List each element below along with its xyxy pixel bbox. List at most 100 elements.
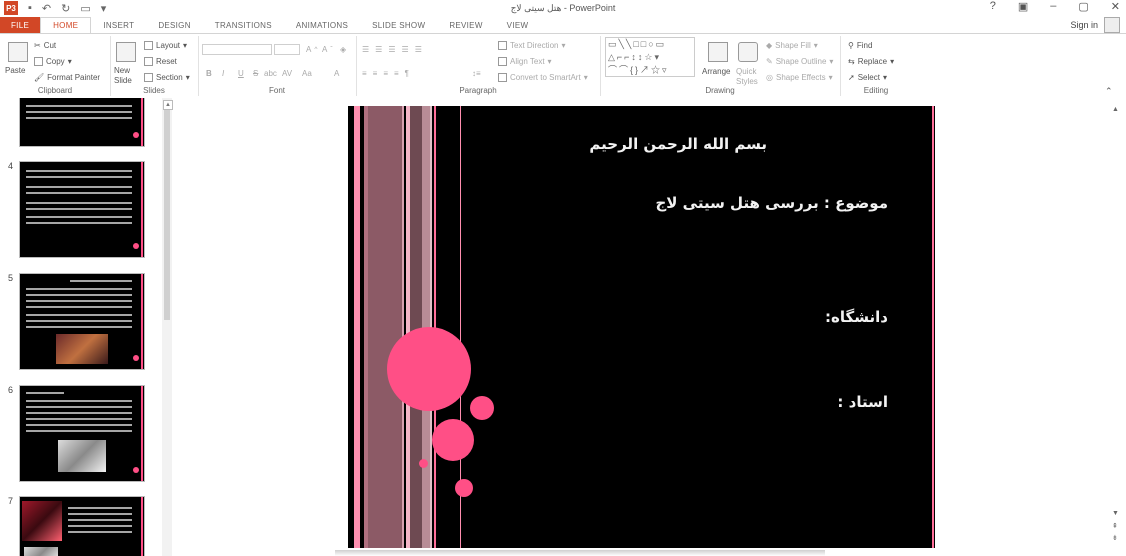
chevron-down-icon: ▾ — [547, 57, 552, 66]
copy-button[interactable]: Copy ▾ — [34, 57, 72, 66]
replace-label: Replace — [857, 57, 888, 66]
brush-icon: 🖌 — [34, 73, 45, 82]
reset-icon — [144, 57, 153, 66]
thumb-text-line — [26, 392, 64, 394]
help-button[interactable]: ? — [990, 0, 996, 13]
scrollbar-thumb[interactable] — [164, 110, 170, 320]
slide-thumbnail-4[interactable] — [19, 161, 145, 258]
restore-button[interactable]: ▢ — [1078, 0, 1088, 13]
thumb-text-line — [26, 208, 132, 210]
find-button[interactable]: ⚲ Find — [848, 41, 872, 50]
layout-button[interactable]: Layout ▾ — [144, 41, 187, 50]
strikethrough-button[interactable]: S — [253, 69, 258, 78]
font-size-input[interactable] — [274, 44, 300, 55]
tab-review[interactable]: REVIEW — [437, 17, 494, 33]
arrange-button[interactable]: Arrange — [702, 67, 730, 76]
binoculars-icon: ⚲ — [848, 41, 854, 50]
effects-icon: ◎ — [766, 73, 773, 82]
align-buttons-icon[interactable]: ≡≡≡≡¶ — [362, 69, 415, 78]
tab-file[interactable]: FILE — [0, 17, 41, 33]
font-name-input[interactable] — [202, 44, 272, 55]
tab-transitions[interactable]: TRANSITIONS — [203, 17, 284, 33]
format-painter-button[interactable]: 🖌 Format Painter — [34, 73, 100, 82]
editor-scrollbar[interactable]: ▲ ▼ ⇞ ⇟ — [1108, 98, 1126, 556]
new-slide-icon — [116, 42, 136, 62]
scroll-up-icon[interactable]: ▲ — [163, 100, 173, 110]
thumb-text-line — [26, 326, 132, 328]
slides-group-label: Slides — [143, 86, 165, 95]
find-label: Find — [856, 41, 873, 50]
shape-outline-button[interactable]: ✎ Shape Outline ▾ — [766, 57, 833, 66]
close-button[interactable]: ✕ — [1111, 0, 1120, 13]
slide-thumbnails-pane: 4 5 6 7 — [0, 98, 175, 556]
shape-effects-label: Shape Effects — [775, 73, 826, 82]
chevron-down-icon: ▾ — [67, 57, 72, 66]
section-button[interactable]: Section ▾ — [144, 73, 190, 82]
scroll-down-icon[interactable]: ▼ — [1112, 510, 1119, 517]
slide-thumbnail-3[interactable] — [19, 98, 145, 147]
slide-subject: موضوع : بررسی هتل سیتی لاج — [655, 194, 888, 212]
thumb-text-line — [26, 170, 132, 172]
select-button[interactable]: ➚ Select ▾ — [848, 73, 887, 82]
pink-circle-tiny — [419, 459, 428, 468]
shrink-font-button[interactable]: Aˇ — [322, 45, 333, 54]
underline-button[interactable]: U — [238, 69, 244, 78]
clear-formatting-icon[interactable]: ◈ — [340, 45, 346, 54]
sign-in-link[interactable]: Sign in — [1070, 20, 1098, 30]
paste-button[interactable]: Paste — [5, 66, 25, 75]
tab-animations[interactable]: ANIMATIONS — [284, 17, 360, 33]
document-title: هتل سیتی لاج - PowerPoint — [510, 3, 616, 13]
text-shadow-button[interactable]: abc — [264, 69, 277, 78]
replace-button[interactable]: ⇆ Replace ▾ — [848, 57, 894, 66]
thumb-text-line — [68, 525, 132, 527]
current-slide[interactable]: بسم الله الرحمن الرحیم موضوع : بررسی هتل… — [348, 106, 935, 548]
thumb-text-line — [26, 400, 132, 402]
quick-styles-button[interactable]: Quick Styles — [736, 67, 760, 87]
shapes-gallery[interactable]: ▭╲╲□□○▭ △⌐⌐↕↕☆▾ ⌒⌒{}↗☆▿ — [605, 37, 695, 77]
slides-group: New Slide Layout ▾ Reset Section ▾ Slides — [110, 36, 199, 96]
text-direction-button[interactable]: Text Direction ▾ — [498, 41, 565, 50]
thumb-text-line — [26, 424, 132, 426]
convert-smartart-label: Convert to SmartArt — [510, 73, 581, 82]
italic-button[interactable]: I — [222, 69, 224, 78]
align-text-button[interactable]: Align Text ▾ — [498, 57, 552, 66]
slide-thumbnail-6[interactable] — [19, 385, 145, 482]
line-spacing-icon[interactable]: ↕≡ — [472, 69, 481, 78]
arrange-shape-icon — [708, 42, 728, 62]
new-slide-button[interactable]: New Slide — [114, 66, 142, 86]
tab-home[interactable]: HOME — [40, 17, 92, 33]
list-buttons-icon[interactable]: ☰☰☰☰☰ — [362, 45, 428, 54]
shape-effects-button[interactable]: ◎ Shape Effects ▾ — [766, 73, 833, 82]
minimize-button[interactable]: – — [1050, 0, 1056, 13]
avatar[interactable] — [1104, 17, 1120, 33]
previous-slide-icon[interactable]: ⇞ — [1112, 522, 1118, 530]
next-slide-icon[interactable]: ⇟ — [1112, 534, 1118, 542]
tab-insert[interactable]: INSERT — [91, 17, 146, 33]
scroll-up-icon[interactable]: ▲ — [1112, 106, 1119, 113]
tab-slide-show[interactable]: SLIDE SHOW — [360, 17, 437, 33]
thumbnails-scrollbar[interactable]: ▲ — [162, 98, 173, 556]
change-case-button[interactable]: Aa — [302, 69, 312, 78]
tab-view[interactable]: VIEW — [495, 17, 541, 33]
drawing-group-label: Drawing — [705, 86, 735, 95]
cut-button[interactable]: ✂ Cut — [34, 41, 56, 50]
font-color-button[interactable]: A — [334, 69, 339, 78]
slide-thumbnail-5[interactable] — [19, 273, 145, 370]
reset-button[interactable]: Reset — [144, 57, 177, 66]
thumb-text-line — [26, 294, 132, 296]
grow-font-button[interactable]: A ^ — [306, 45, 317, 54]
collapse-ribbon-icon[interactable]: ⌃ — [1105, 86, 1113, 97]
character-spacing-button[interactable]: AV — [282, 69, 292, 78]
quick-styles-shape-icon — [738, 42, 758, 62]
ribbon-display-options-button[interactable]: ▣ — [1018, 0, 1028, 13]
tab-design[interactable]: DESIGN — [146, 17, 202, 33]
thumb-text-line — [26, 288, 132, 290]
bold-button[interactable]: B — [206, 69, 212, 78]
slide-thumbnail-7[interactable] — [19, 496, 145, 556]
text-direction-label: Text Direction — [510, 41, 559, 50]
shape-fill-button[interactable]: ◆ Shape Fill ▾ — [766, 41, 818, 50]
convert-smartart-button[interactable]: Convert to SmartArt ▾ — [498, 73, 588, 82]
thumb-text-line — [68, 519, 132, 521]
thumb-pink-line — [141, 386, 143, 481]
pink-circle-small — [470, 396, 494, 420]
